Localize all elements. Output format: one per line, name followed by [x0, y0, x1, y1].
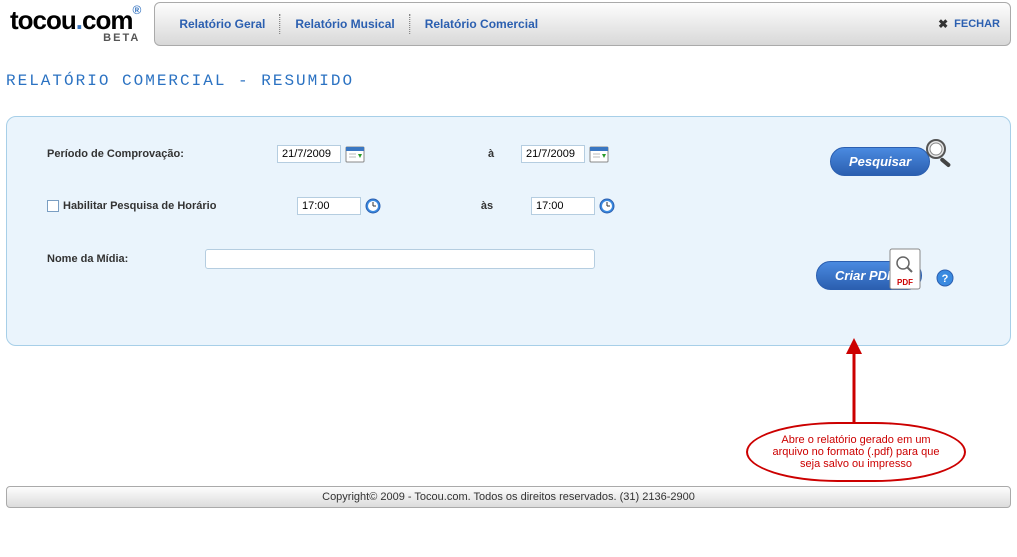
arrow-icon: [842, 336, 866, 426]
date-from-wrap: [277, 145, 365, 163]
criar-pdf-label: Criar PDF: [816, 261, 922, 290]
nav-relatorio-geral[interactable]: Relatório Geral: [165, 17, 279, 31]
habilitar-wrap: Habilitar Pesquisa de Horário: [47, 200, 277, 212]
logo-suffix: com: [82, 5, 132, 35]
nav-relatorio-comercial[interactable]: Relatório Comercial: [411, 17, 552, 31]
pesquisar-button[interactable]: Pesquisar: [830, 147, 950, 177]
help-icon[interactable]: ?: [936, 269, 954, 287]
time-to-wrap: [531, 197, 615, 215]
close-button[interactable]: ✖ FECHAR: [938, 17, 1000, 31]
logo: tocou.com® BETA: [0, 1, 150, 48]
clock-icon[interactable]: [365, 198, 381, 214]
time-from-input[interactable]: [297, 197, 361, 215]
annotation: Abre o relatório gerado em um arquivo no…: [6, 346, 1011, 486]
close-label: FECHAR: [954, 18, 1000, 30]
close-icon: ✖: [938, 17, 948, 31]
habilitar-label: Habilitar Pesquisa de Horário: [63, 200, 216, 212]
nome-midia-input[interactable]: [205, 249, 595, 269]
calendar-icon[interactable]: [345, 145, 365, 163]
nome-midia-label: Nome da Mídia:: [47, 253, 205, 265]
svg-text:?: ?: [942, 273, 949, 285]
date-from-input[interactable]: [277, 145, 341, 163]
topbar: Relatório Geral Relatório Musical Relató…: [154, 2, 1011, 46]
row-horario: Habilitar Pesquisa de Horário às: [47, 197, 970, 215]
page-title: RELATÓRIO COMERCIAL - RESUMIDO: [0, 48, 1017, 102]
calendar-icon[interactable]: [589, 145, 609, 163]
time-to-input[interactable]: [531, 197, 595, 215]
periodo-label: Período de Comprovação:: [47, 148, 277, 160]
time-from-wrap: [297, 197, 381, 215]
pesquisar-label: Pesquisar: [830, 147, 930, 176]
date-to-wrap: [521, 145, 609, 163]
nav-relatorio-musical[interactable]: Relatório Musical: [281, 17, 408, 31]
habilitar-checkbox[interactable]: [47, 200, 59, 212]
footer: Copyright© 2009 - Tocou.com. Todos os di…: [6, 486, 1011, 508]
logo-text: tocou.com®: [10, 5, 140, 36]
logo-main: tocou: [10, 5, 76, 35]
logo-reg: ®: [132, 3, 140, 17]
date-to-input[interactable]: [521, 145, 585, 163]
annotation-callout: Abre o relatório gerado em um arquivo no…: [746, 422, 966, 482]
clock-icon[interactable]: [599, 198, 615, 214]
criar-pdf-button[interactable]: Criar PDF PDF ?: [816, 261, 950, 290]
a-label: à: [461, 148, 521, 160]
as-label: às: [457, 200, 517, 212]
form-panel: Período de Comprovação: à Habilitar Pesq…: [6, 116, 1011, 346]
header: tocou.com® BETA Relatório Geral Relatóri…: [0, 0, 1017, 48]
